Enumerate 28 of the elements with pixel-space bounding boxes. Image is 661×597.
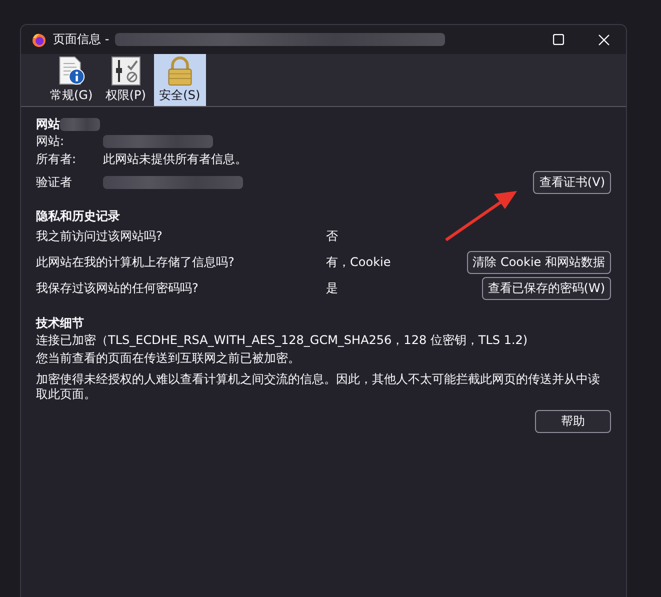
tab[interactable]: 常规(G)	[45, 54, 98, 106]
field-label: 验证者	[36, 174, 73, 190]
question-text: 我保存过该网站的任何密码吗?	[36, 280, 200, 296]
tab[interactable]: 安全(S)	[154, 54, 206, 106]
field-label: 网站:	[36, 132, 66, 150]
window-title: 页面信息 -	[53, 31, 110, 48]
field-label: 所有者:	[36, 150, 78, 168]
browser-logo-icon	[31, 32, 47, 48]
close-icon[interactable]	[598, 34, 610, 46]
section-heading: 技术细节	[36, 315, 85, 330]
info-text: 加密使得未经授权的人难以查看计算机之间交流的信息。因此，其他人不太可能拦截此网页的传送并从中读取此页面。	[36, 372, 601, 402]
answer-text: 否	[326, 228, 339, 244]
info-text: 连接已加密（TLS_ECDHE_RSA_WITH_AES_128_GCM_SHA256，128 位密钥，TLS 1.2)	[36, 333, 529, 348]
field-value: 此网站未提供所有者信息。	[103, 150, 247, 168]
view-certificate-button[interactable]: 查看证书(V)	[533, 170, 611, 194]
answer-text: 有，Cookie	[326, 254, 392, 270]
answer-text: 是	[326, 280, 339, 296]
question-text: 我之前访问过该网站吗?	[36, 228, 164, 244]
tab[interactable]: 权限(P)	[100, 54, 152, 106]
info-text: 您当前查看的页面在传送到互联网之前已被加密。	[36, 351, 301, 366]
question-text: 此网站在我的计算机上存储了信息吗?	[36, 254, 236, 270]
help-button[interactable]: 帮助	[535, 410, 611, 433]
action-button[interactable]: 清除 Cookie 和网站数据	[466, 250, 611, 274]
maximize-icon[interactable]	[553, 34, 564, 45]
section-heading: 隐私和历史记录	[36, 208, 121, 223]
annotation-arrow	[445, 191, 517, 242]
action-button[interactable]: 查看已保存的密码(W)	[482, 276, 611, 300]
section-heading: 网站	[36, 116, 60, 133]
